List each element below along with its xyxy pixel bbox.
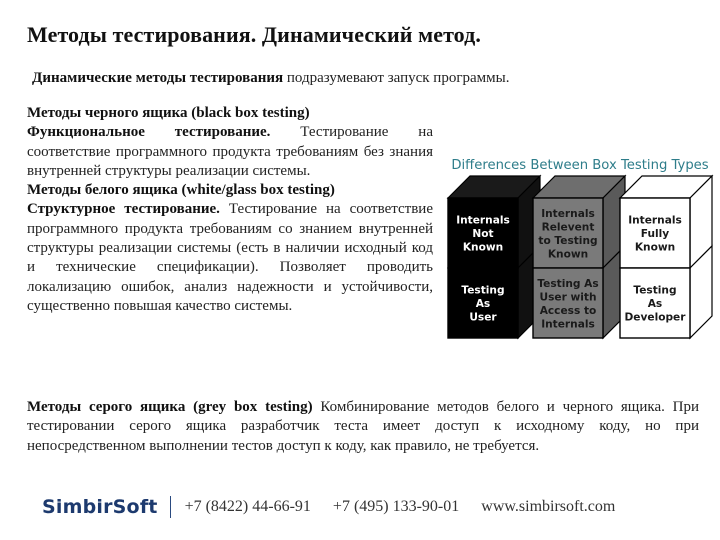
black-box-paragraph: Функциональное тестирование. Тестировани…	[27, 123, 433, 181]
phone-ulyanovsk: +7 (8422) 44-66-91	[184, 498, 311, 515]
black-upper-label-line: Internals	[456, 215, 510, 227]
white-box-lead: Структурное тестирование.	[27, 201, 220, 218]
white-lower-label-line: Testing	[633, 285, 676, 297]
black-upper-label-line: Known	[463, 242, 503, 254]
footer-divider	[169, 496, 171, 518]
phone-moscow: +7 (495) 133-90-01	[332, 498, 460, 515]
white-box-text: Тестирование на соответствие программног…	[27, 201, 433, 314]
grey-box-paragraph: Методы серого ящика (grey box testing) К…	[27, 398, 699, 456]
diagram-title: Differences Between Box Testing Types	[451, 158, 708, 173]
grey-upper-label-line: to Testing	[538, 235, 597, 247]
intro-bold: Динамические методы тестирования	[32, 70, 284, 86]
white-box-paragraph: Структурное тестирование. Тестирование н…	[27, 200, 433, 316]
footer: SimbirSoft +7 (8422) 44-66-91 +7 (495) 1…	[42, 492, 637, 522]
website-link[interactable]: www.simbirsoft.com	[481, 498, 615, 516]
white-lower-label-line: Developer	[625, 312, 687, 324]
black-box-heading: Методы черного ящика (black box testing)	[27, 105, 310, 121]
box-testing-diagram: Differences Between Box Testing Types In…	[446, 158, 714, 340]
black-upper-label-line: Not	[472, 228, 493, 240]
grey-lower-label-line: Testing As	[537, 278, 598, 290]
grey-upper-label-line: Relevent	[542, 221, 595, 233]
white-upper-label-line: Fully	[641, 228, 670, 240]
cubes-group: InternalsNotKnownTestingAsUserInternalsR…	[446, 174, 714, 340]
intro-rest: подразумевают запуск программы.	[283, 70, 510, 86]
grey-box-lead: Методы серого ящика (grey box testing)	[27, 399, 313, 415]
white-upper-label-line: Internals	[628, 215, 682, 227]
grey-lower-label-line: User with	[539, 291, 596, 303]
white-box-heading: Методы белого ящика (white/glass box tes…	[27, 182, 335, 199]
grey-lower-label-line: Internals	[541, 318, 595, 330]
grey-lower-label-line: Access to	[540, 305, 597, 317]
black-lower-label-line: Testing	[461, 285, 504, 297]
left-column: Методы черного ящика (black box testing)…	[27, 104, 433, 316]
black-box-lead: Функциональное тестирование.	[27, 124, 271, 141]
white-lower-label-line: As	[648, 298, 663, 310]
black-lower-label-line: As	[476, 298, 491, 310]
grey-upper-label-line: Internals	[541, 208, 595, 220]
intro-text: Динамические методы тестирования подразу…	[32, 70, 509, 87]
black-lower-label-line: User	[469, 312, 497, 324]
white-upper-label-line: Known	[635, 242, 675, 254]
simbirsoft-logo: SimbirSoft	[42, 496, 158, 518]
slide-title: Методы тестирования. Динамический метод.	[27, 22, 481, 47]
grey-upper-label-line: Known	[548, 248, 588, 260]
